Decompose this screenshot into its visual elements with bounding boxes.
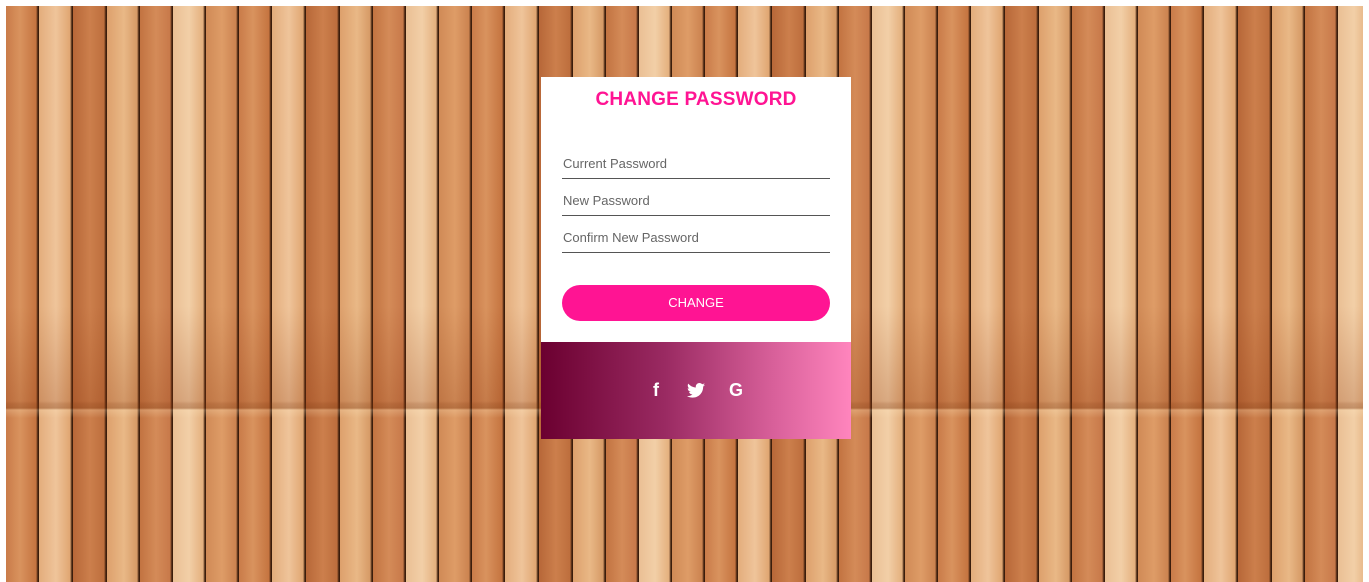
page-title: CHANGE PASSWORD <box>595 89 797 110</box>
change-password-card: CHANGE PASSWORD Current Password New Pas… <box>541 77 851 439</box>
current-password-field[interactable]: Current Password <box>562 148 830 179</box>
change-button[interactable]: CHANGE <box>562 285 830 321</box>
current-password-placeholder: Current Password <box>563 156 668 171</box>
confirm-new-password-placeholder: Confirm New Password <box>563 230 699 245</box>
new-password-field[interactable]: New Password <box>562 185 830 216</box>
confirm-new-password-field[interactable]: Confirm New Password <box>562 222 830 253</box>
social-footer: f G <box>541 342 851 439</box>
facebook-icon[interactable]: f <box>645 380 667 401</box>
social-icons: f G <box>645 378 747 402</box>
new-password-placeholder: New Password <box>563 193 650 208</box>
google-icon[interactable]: G <box>725 380 747 401</box>
twitter-icon[interactable] <box>685 382 707 398</box>
